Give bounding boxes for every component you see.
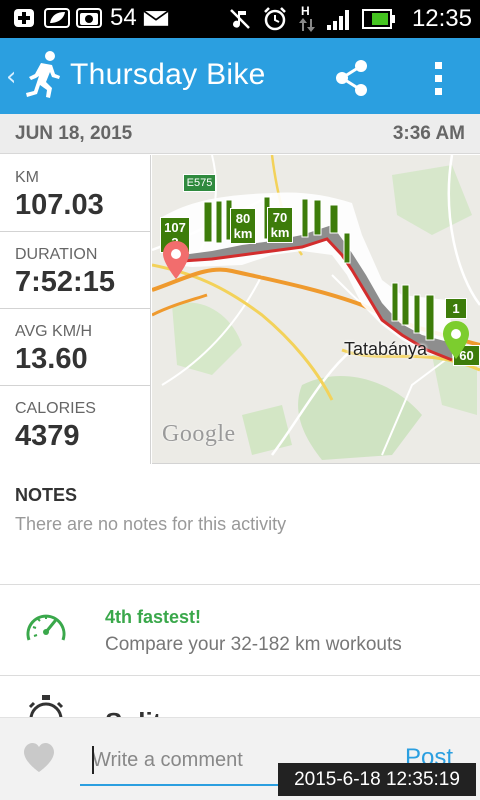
stat-value: 4379 [15,420,80,452]
app-title: Thursday Bike [70,58,266,91]
km-marker-unit: km [233,226,253,241]
runner-icon[interactable] [24,50,62,100]
stat-distance: KM 107.03 [0,155,151,232]
map-city-label: Tatabánya [344,339,428,359]
notes-section[interactable]: NOTES There are no notes for this activi… [0,465,480,585]
km-marker: 80 km [230,208,256,244]
stats-panel: KM 107.03 DURATION 7:52:15 AVG KM/H 13.6… [0,155,151,464]
status-bar-notifications: 54 [12,4,169,31]
road-badge: E575 [183,174,216,192]
notification-count: 54 [110,4,137,31]
km-marker: 1 [445,298,467,319]
km-marker-value: 1 [452,301,460,316]
stat-label: DURATION [15,246,98,263]
finish-pin-icon [443,321,469,359]
stat-label: CALORIES [15,400,96,417]
km-marker-value: 107 [164,220,186,235]
activity-time: 3:36 AM [392,123,465,144]
activity-date-row: JUN 18, 2015 3:36 AM [0,114,480,154]
google-attribution: Google [162,421,236,447]
data-arrows-icon [298,18,315,32]
status-bar: 54 H 12:35 [0,0,480,38]
achievement-row[interactable]: 4th fastest! Compare your 32-182 km work… [0,586,480,676]
status-time: 12:35 [411,5,472,32]
stat-value: 107.03 [15,189,104,221]
start-pin-icon [163,241,189,279]
leaf-icon [44,8,70,28]
achievement-title: 4th fastest! [105,607,202,627]
text-caret [92,746,94,774]
like-heart-icon[interactable] [22,742,56,774]
km-marker-value: 70 [272,210,288,225]
signal-icon [326,10,349,30]
mail-icon [143,10,169,26]
map-background [152,155,480,460]
km-marker-unit: km [270,225,290,240]
notes-title: NOTES [15,485,78,505]
stat-label: KM [15,169,39,186]
notes-body: There are no notes for this activity [15,514,287,534]
stat-value: 7:52:15 [15,266,115,298]
battery-icon [361,9,395,29]
back-chevron-icon[interactable]: ‹ [6,62,16,92]
share-icon[interactable] [330,56,374,100]
route-map[interactable]: E575 107 3 80 km 70 km 1 60 Tatabánya Go… [152,155,480,464]
km-marker-value: 80 [235,211,251,226]
overflow-menu-icon[interactable] [428,56,448,100]
status-bar-system: H 12:35 [228,4,472,32]
network-type: H [300,4,310,18]
alarm-icon [264,7,286,31]
stat-duration: DURATION 7:52:15 [0,232,151,309]
achievement-subtitle: Compare your 32-182 km workouts [105,634,402,655]
activity-date: JUN 18, 2015 [15,123,133,144]
app-bar: ‹ Thursday Bike [0,38,480,114]
stat-calories: CALORIES 4379 [0,386,151,463]
muted-icon [230,9,250,29]
camera-icon [76,8,102,28]
stat-avg-speed: AVG KM/H 13.60 [0,309,151,386]
km-marker: 70 km [267,207,293,243]
speedometer-icon [26,614,66,641]
stat-label: AVG KM/H [15,323,93,340]
screenshot-timestamp: 2015-6-18 12:35:19 [278,763,476,796]
stat-value: 13.60 [15,343,88,375]
network-indicator: H [298,4,316,32]
add-box-icon [14,9,34,27]
